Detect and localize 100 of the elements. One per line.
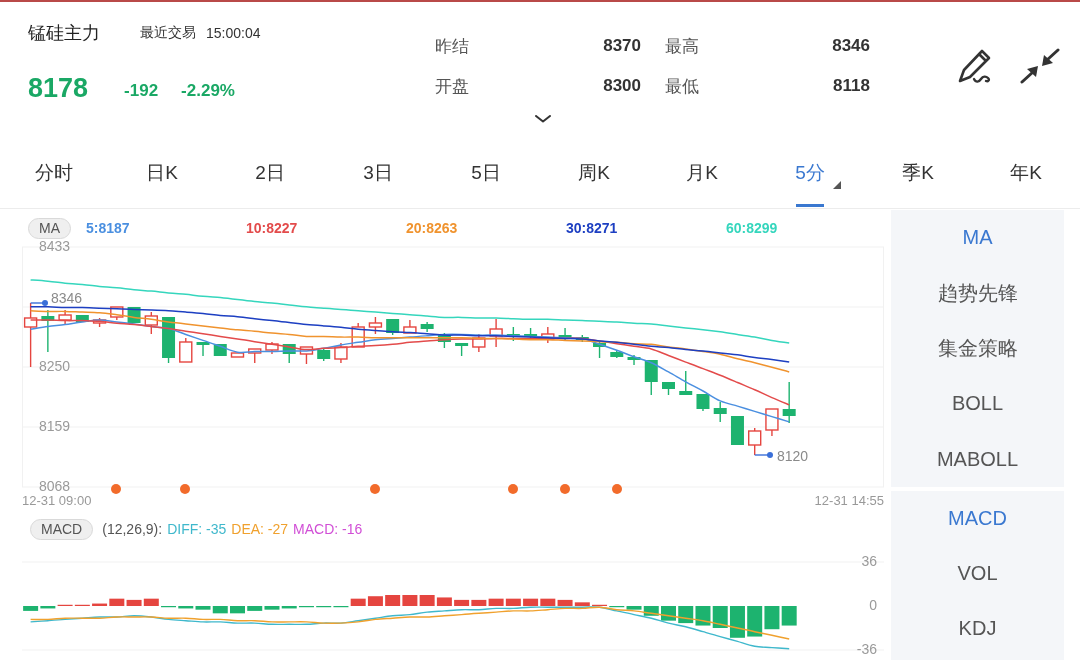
legend-item: DIFF: -35	[167, 521, 227, 537]
period-tab[interactable]: 2日	[249, 160, 291, 208]
histogram-bar	[436, 597, 452, 606]
candle	[265, 341, 279, 355]
candle	[248, 348, 262, 364]
event-dot-icon	[370, 484, 380, 494]
legend-item: 10:8227	[246, 220, 298, 236]
indicator-option[interactable]: KDJ	[954, 615, 1001, 642]
candle	[110, 306, 124, 321]
trade-time: 15:00:04	[206, 25, 261, 41]
candle	[713, 401, 727, 423]
event-dot-icon	[111, 484, 121, 494]
histogram-bar	[402, 595, 418, 606]
percent-change: -2.29%	[181, 80, 235, 101]
legend-item: 60:8299	[726, 220, 778, 236]
candle	[351, 322, 365, 348]
leader-line	[754, 452, 773, 458]
axis-label: 8159	[39, 417, 71, 434]
candle	[334, 342, 348, 364]
stat-value: 8118	[833, 76, 870, 96]
indicator-option[interactable]: VOL	[953, 560, 1002, 587]
axis-label: 8250	[39, 358, 71, 375]
candle	[403, 319, 417, 334]
candle	[627, 354, 641, 366]
chevron-down-icon[interactable]	[535, 115, 551, 123]
event-dot-icon	[508, 484, 518, 494]
last-trade-label: 最近交易	[140, 24, 196, 42]
candle	[748, 427, 762, 456]
candle	[662, 382, 675, 396]
candle	[765, 408, 779, 437]
candle	[368, 316, 383, 335]
candle	[696, 394, 710, 412]
period-tab[interactable]: 分时	[29, 160, 79, 208]
axis-label: 8433	[39, 237, 71, 254]
price-label: 8346	[51, 289, 83, 306]
period-tab[interactable]: 5日	[465, 160, 507, 208]
candle	[41, 309, 55, 353]
indicator-option[interactable]: 集金策略	[933, 332, 1022, 364]
candle	[455, 343, 469, 357]
candle	[782, 381, 796, 424]
indicator-option[interactable]: MACD	[944, 505, 1011, 532]
indicator-button[interactable]: MACD	[30, 518, 94, 540]
histogram-bar	[695, 606, 711, 626]
stat-value: 8346	[832, 36, 870, 56]
corner-triangle-icon	[832, 181, 841, 189]
candle	[196, 342, 210, 357]
candle	[593, 340, 607, 359]
candle	[489, 318, 503, 348]
leader-line	[29, 300, 48, 306]
period-tab[interactable]: 月K	[680, 160, 724, 208]
candle	[23, 302, 38, 368]
histogram-bar	[764, 606, 780, 630]
histogram-bar	[230, 606, 245, 614]
stat-label: 昨结	[435, 35, 469, 58]
candle	[437, 332, 451, 349]
candle	[506, 326, 520, 342]
indicator-button[interactable]: MA	[28, 217, 71, 239]
candle	[299, 346, 314, 365]
histogram-bar	[419, 595, 435, 606]
candle	[75, 315, 89, 322]
candle	[644, 360, 658, 396]
period-tab[interactable]: 3日	[357, 160, 399, 208]
period-tab[interactable]: 5分	[775, 160, 845, 208]
period-tab[interactable]: 周K	[572, 160, 616, 208]
pen-icon[interactable]	[957, 48, 993, 84]
histogram-bar	[367, 596, 383, 606]
indicator-option[interactable]: 趋势先锋	[933, 277, 1022, 309]
period-tab[interactable]: 季K	[896, 160, 940, 208]
axis-label: -36	[856, 640, 877, 657]
candle	[679, 370, 693, 395]
stat-label: 最低	[665, 75, 699, 98]
candle	[541, 326, 555, 344]
candle	[162, 317, 176, 364]
candle	[610, 349, 624, 359]
legend-item: 20:8263	[406, 220, 458, 236]
indicator-option[interactable]: MA	[958, 224, 997, 252]
axis-label: 0	[869, 596, 877, 613]
indicator-params: (12,26,9):	[102, 521, 163, 537]
candle	[317, 347, 331, 362]
period-tab[interactable]: 年K	[1004, 160, 1048, 208]
stat-value: 8370	[603, 36, 641, 56]
histogram-bar	[781, 606, 797, 626]
histogram-bar	[385, 595, 401, 606]
histogram-bar	[678, 606, 694, 624]
histogram-bar	[747, 606, 763, 637]
collapse-arrows-icon[interactable]	[1020, 48, 1060, 84]
last-price: 8178	[28, 72, 89, 104]
event-dot-icon	[180, 484, 190, 494]
candle	[58, 309, 72, 326]
candle	[420, 321, 434, 333]
period-tab[interactable]: 日K	[140, 160, 184, 208]
stat-label: 最高	[665, 35, 699, 58]
stat-value: 8300	[603, 76, 641, 96]
price-change: -192	[124, 80, 159, 101]
candle	[575, 334, 589, 343]
event-dot-icon	[560, 484, 570, 494]
indicator-option[interactable]: BOLL	[947, 390, 1008, 418]
candle	[230, 352, 245, 358]
candle	[179, 337, 193, 363]
indicator-option[interactable]: MABOLL	[932, 445, 1023, 473]
